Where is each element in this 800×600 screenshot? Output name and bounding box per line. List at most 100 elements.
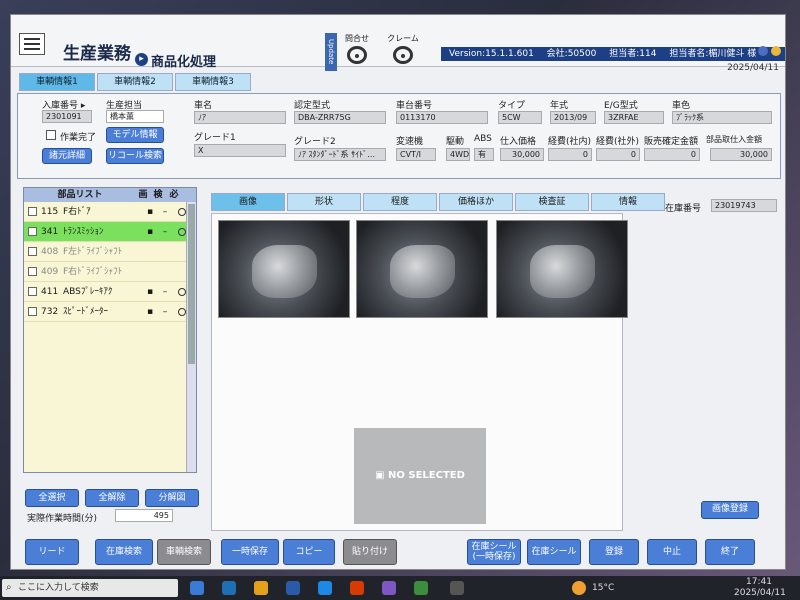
staff-field[interactable]: 橋本薫: [106, 110, 164, 123]
grade1-field: X: [194, 144, 286, 157]
temp-save-button[interactable]: 一時保存: [221, 539, 279, 565]
part-row[interactable]: 341 ﾄﾗﾝｽﾐｯｼｮﾝ ▪ –: [24, 222, 186, 242]
close-icon[interactable]: [771, 46, 781, 56]
part-checkbox[interactable]: [28, 307, 37, 316]
recall-search-button[interactable]: リコール検索: [106, 148, 164, 164]
vehicle-search-button[interactable]: 車輌検索: [157, 539, 211, 565]
app-icon[interactable]: [414, 581, 428, 595]
part-row[interactable]: 732 ｽﾋﾟｰﾄﾞﾒｰﾀｰ ▪ –: [24, 302, 186, 322]
tab-vehicle-info-3[interactable]: 車輌情報3: [175, 73, 251, 91]
header-date: 2025/04/11: [727, 63, 779, 73]
tab-shape[interactable]: 形状: [287, 193, 361, 211]
spec-detail-button[interactable]: 諸元詳細: [42, 148, 92, 164]
app-icon[interactable]: [450, 581, 464, 595]
task-view-icon[interactable]: [190, 581, 204, 595]
image-panel: ▣ NO SELECTED: [211, 213, 628, 531]
col-inspect: 検: [153, 190, 163, 200]
inquiry-button[interactable]: 問合せ: [337, 33, 377, 64]
part-row[interactable]: 408 F左ﾄﾞﾗｲﾌﾞｼｬﾌﾄ: [24, 242, 186, 262]
part-checkbox[interactable]: [28, 287, 37, 296]
part-row[interactable]: 409 F右ﾄﾞﾗｲﾌﾞｼｬﾌﾄ: [24, 262, 186, 282]
col-required: 必: [169, 190, 179, 200]
part-name: F左ﾄﾞﾗｲﾌﾞｼｬﾌﾄ: [63, 246, 123, 257]
sales-label: 販売確定金額: [644, 137, 699, 147]
company: 会社:50500: [546, 49, 597, 59]
circle-icon: [178, 307, 186, 316]
weather-icon[interactable]: [572, 581, 586, 595]
part-name: ｽﾋﾟｰﾄﾞﾒｰﾀｰ: [63, 306, 109, 317]
circle-icon: [178, 287, 186, 296]
part-checkbox[interactable]: [28, 207, 37, 216]
diagram-button[interactable]: 分解図: [145, 489, 199, 507]
app-window: 生産業務 ▸ 商品化処理 Update 問合せ クレーム Version:15.…: [10, 14, 786, 570]
cert-type-label: 認定型式: [294, 101, 331, 111]
tab-vehicle-info-2[interactable]: 車輌情報2: [97, 73, 173, 91]
image-icon: ▣: [375, 470, 389, 481]
part-photo[interactable]: [496, 220, 628, 318]
tab-image[interactable]: 画像: [211, 193, 285, 211]
eg-type-label: E/G型式: [604, 101, 638, 111]
car-name-label: 車名: [194, 101, 213, 111]
folder-icon[interactable]: [254, 581, 268, 595]
parts-total-field: 30,000: [710, 148, 772, 161]
part-row[interactable]: 115 F右ﾄﾞｱ ▪ –: [24, 202, 186, 222]
read-button[interactable]: リード: [25, 539, 79, 565]
part-photo[interactable]: [356, 220, 488, 318]
claim-label: クレーム: [387, 34, 419, 43]
tab-price[interactable]: 価格ほか: [439, 193, 513, 211]
no-selected-text: NO SELECTED: [388, 470, 465, 481]
image-register-button[interactable]: 画像登録: [701, 501, 759, 519]
tab-inspection[interactable]: 検査証: [515, 193, 589, 211]
parts-scrollbar[interactable]: [186, 202, 196, 472]
update-tag[interactable]: Update: [325, 33, 337, 71]
part-no: 341: [41, 226, 59, 237]
work-done-checkbox[interactable]: [46, 130, 56, 140]
color-field: ﾌﾞﾗｯｸ系: [672, 111, 772, 124]
store-icon[interactable]: [318, 581, 332, 595]
part-checkbox[interactable]: [28, 247, 37, 256]
tab-condition[interactable]: 程度: [363, 193, 437, 211]
model-info-button[interactable]: モデル情報: [106, 127, 164, 143]
exit-button[interactable]: 終了: [705, 539, 755, 565]
edge-icon[interactable]: [222, 581, 236, 595]
car-name-field: ﾉｱ: [194, 111, 286, 124]
vehicle-panel: 入庫番号 ▸ 2301091 生産担当 橋本薫 作業完了 モデル情報 諸元詳細 …: [17, 93, 781, 179]
cost-out-field: 0: [596, 148, 640, 161]
document-icon: [19, 33, 45, 55]
purchase-label: 仕入価格: [500, 137, 537, 147]
staff-name: 担当者名:楣川健斗 様: [669, 49, 757, 59]
cancel-button[interactable]: 中止: [647, 539, 697, 565]
tab-info[interactable]: 情報: [591, 193, 665, 211]
work-time-field[interactable]: 495: [115, 509, 173, 522]
taskbar-search[interactable]: ここに入力して検索: [2, 579, 178, 597]
part-row[interactable]: 411 ABSﾌﾟﾚｰｷｱｸ ▪ –: [24, 282, 186, 302]
parts-total-label: 部品取仕入金額: [706, 135, 762, 144]
copy-button[interactable]: コピー: [283, 539, 335, 565]
select-all-button[interactable]: 全選択: [25, 489, 79, 507]
part-name: F右ﾄﾞｱ: [63, 206, 91, 217]
stock-seal-button[interactable]: 在庫シール: [527, 539, 581, 565]
app-icon[interactable]: [382, 581, 396, 595]
mail-icon[interactable]: [286, 581, 300, 595]
tab-vehicle-info-1[interactable]: 車輌情報1: [19, 73, 95, 91]
staff-code: 担当者:114: [609, 49, 657, 59]
steering-wheel-icon: [393, 46, 413, 64]
part-checkbox[interactable]: [28, 267, 37, 276]
office-icon[interactable]: [350, 581, 364, 595]
info-bar: Version:15.1.1.601 会社:50500 担当者:114 担当者名…: [441, 47, 785, 61]
stock-search-button[interactable]: 在庫検索: [95, 539, 153, 565]
stock-seal-temp-button[interactable]: 在庫シール (一時保存): [467, 539, 521, 565]
part-photo[interactable]: [218, 220, 350, 318]
paste-button[interactable]: 貼り付け: [343, 539, 397, 565]
type-field: 5CW: [498, 111, 542, 124]
steering-wheel-icon: [347, 46, 367, 64]
claim-button[interactable]: クレーム: [383, 33, 423, 64]
register-button[interactable]: 登録: [589, 539, 639, 565]
part-name: ABSﾌﾟﾚｰｷｱｸ: [63, 286, 113, 297]
version: Version:15.1.1.601: [449, 49, 534, 59]
entry-no-field[interactable]: 2301091: [42, 110, 92, 123]
part-checkbox[interactable]: [28, 227, 37, 236]
help-icon[interactable]: [758, 46, 768, 56]
cost-in-label: 経費(社内): [548, 137, 592, 147]
deselect-all-button[interactable]: 全解除: [85, 489, 139, 507]
